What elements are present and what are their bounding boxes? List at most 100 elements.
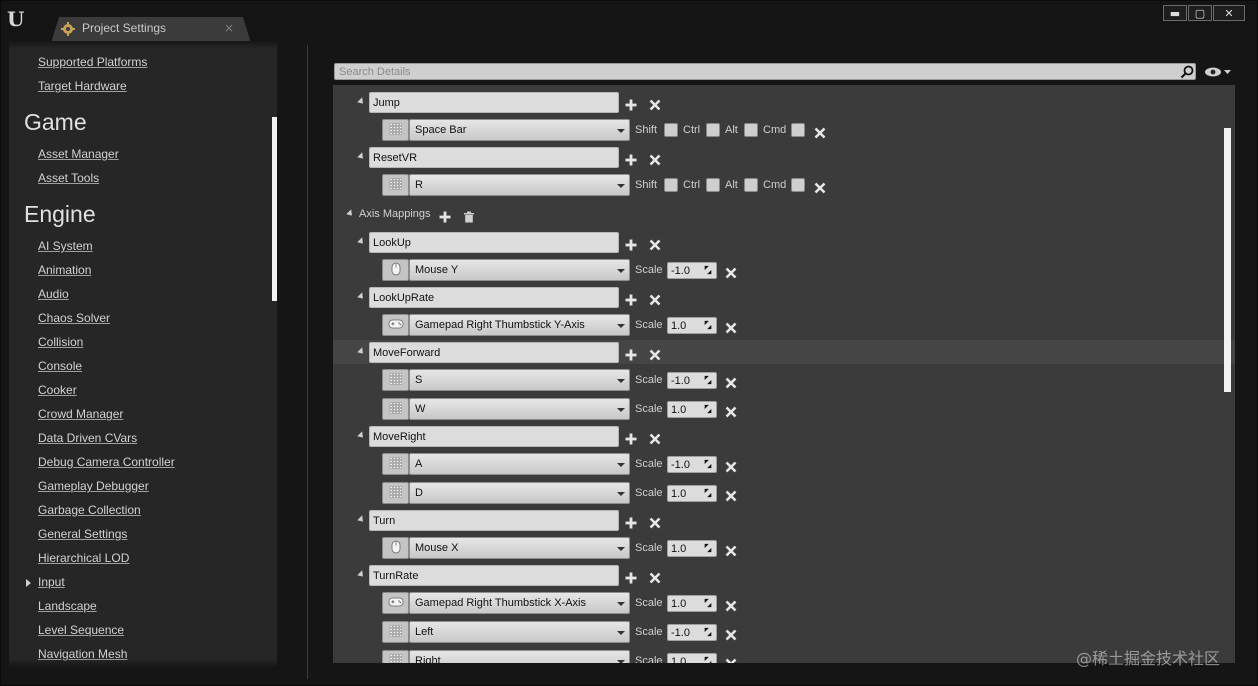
remove-binding-icon[interactable] <box>725 319 737 334</box>
key-selector-button[interactable] <box>382 537 409 559</box>
remove-mapping-icon[interactable] <box>649 151 661 166</box>
remove-mapping-icon[interactable] <box>649 96 661 111</box>
remove-mapping-icon[interactable] <box>649 430 661 445</box>
drag-handle-icon[interactable] <box>703 627 713 637</box>
drag-handle-icon[interactable] <box>703 488 713 498</box>
key-selector-button[interactable] <box>382 621 409 643</box>
key-dropdown[interactable]: Left <box>409 621 630 643</box>
sidebar-item[interactable]: Crowd Manager <box>38 407 123 421</box>
collapse-arrow-icon[interactable] <box>357 292 366 301</box>
unreal-logo-icon[interactable]: U <box>7 7 29 31</box>
scale-input[interactable]: -1.0 <box>667 262 717 279</box>
drag-handle-icon[interactable] <box>703 404 713 414</box>
scale-input[interactable]: 1.0 <box>667 401 717 418</box>
collapse-arrow-icon[interactable] <box>357 515 366 524</box>
drag-handle-icon[interactable] <box>703 320 713 330</box>
collapse-arrow-icon[interactable] <box>357 152 366 161</box>
sidebar-item[interactable]: General Settings <box>38 527 127 541</box>
key-selector-button[interactable] <box>382 453 409 475</box>
key-dropdown[interactable]: W <box>409 398 630 420</box>
collapse-arrow-icon[interactable] <box>357 237 366 246</box>
remove-mapping-icon[interactable] <box>649 291 661 306</box>
sidebar-item[interactable]: Input <box>38 575 65 589</box>
remove-binding-icon[interactable] <box>725 542 737 557</box>
remove-binding-icon[interactable] <box>725 374 737 389</box>
collapse-arrow-icon[interactable] <box>357 431 366 440</box>
add-binding-icon[interactable] <box>625 514 637 529</box>
sidebar-item[interactable]: Cooker <box>38 383 77 397</box>
scale-input[interactable]: 1.0 <box>667 653 717 663</box>
key-dropdown[interactable]: A <box>409 453 630 475</box>
modifier-checkbox-alt[interactable] <box>744 123 758 137</box>
sidebar-item[interactable]: Garbage Collection <box>38 503 141 517</box>
mapping-name-field[interactable]: ResetVR <box>369 147 619 168</box>
sidebar-item[interactable]: Landscape <box>38 599 97 613</box>
add-axis-mapping-icon[interactable] <box>439 208 451 223</box>
remove-binding-icon[interactable] <box>814 124 826 139</box>
search-icon[interactable] <box>1180 65 1194 79</box>
sidebar-item[interactable]: Chaos Solver <box>38 311 110 325</box>
add-binding-icon[interactable] <box>625 430 637 445</box>
remove-mapping-icon[interactable] <box>649 236 661 251</box>
key-selector-button[interactable] <box>382 369 409 391</box>
drag-handle-icon[interactable] <box>703 459 713 469</box>
collapse-arrow-icon[interactable] <box>357 570 366 579</box>
sidebar-item[interactable]: Animation <box>38 263 91 277</box>
minimize-button[interactable]: ▬ <box>1163 5 1187 21</box>
tab-project-settings[interactable]: Project Settings × <box>51 17 251 43</box>
key-dropdown[interactable]: S <box>409 369 630 391</box>
add-binding-icon[interactable] <box>625 291 637 306</box>
tab-close-icon[interactable]: × <box>224 21 234 35</box>
remove-binding-icon[interactable] <box>725 487 737 502</box>
mapping-name-field[interactable]: Turn <box>369 510 619 531</box>
sidebar-item[interactable]: Gameplay Debugger <box>38 479 149 493</box>
key-dropdown[interactable]: Space Bar <box>409 119 630 141</box>
mapping-name-field[interactable]: LookUpRate <box>369 287 619 308</box>
mapping-name-field[interactable]: Jump <box>369 92 619 113</box>
add-binding-icon[interactable] <box>625 346 637 361</box>
clear-axis-mappings-icon[interactable] <box>463 208 475 223</box>
details-scrollbar[interactable] <box>1224 128 1231 392</box>
remove-mapping-icon[interactable] <box>649 346 661 361</box>
mapping-name-field[interactable]: LookUp <box>369 232 619 253</box>
key-dropdown[interactable]: Gamepad Right Thumbstick Y-Axis <box>409 314 630 336</box>
remove-binding-icon[interactable] <box>725 626 737 641</box>
key-selector-button[interactable] <box>382 314 409 336</box>
remove-binding-icon[interactable] <box>814 179 826 194</box>
remove-mapping-icon[interactable] <box>649 514 661 529</box>
modifier-checkbox-cmd[interactable] <box>791 123 805 137</box>
mapping-name-field[interactable]: MoveRight <box>369 426 619 447</box>
remove-mapping-icon[interactable] <box>649 569 661 584</box>
scale-input[interactable]: 1.0 <box>667 485 717 502</box>
modifier-checkbox-shift[interactable] <box>664 178 678 192</box>
key-selector-button[interactable] <box>382 174 409 196</box>
collapse-arrow-icon[interactable] <box>357 97 366 106</box>
expand-arrow-icon[interactable] <box>26 579 31 587</box>
remove-binding-icon[interactable] <box>725 458 737 473</box>
scale-input[interactable]: 1.0 <box>667 540 717 557</box>
key-dropdown[interactable]: R <box>409 174 630 196</box>
drag-handle-icon[interactable] <box>703 598 713 608</box>
drag-handle-icon[interactable] <box>703 265 713 275</box>
sidebar-item[interactable]: Target Hardware <box>38 79 127 93</box>
modifier-checkbox-cmd[interactable] <box>791 178 805 192</box>
maximize-button[interactable]: ▢ <box>1188 5 1212 21</box>
modifier-checkbox-ctrl[interactable] <box>706 123 720 137</box>
mapping-name-field[interactable]: TurnRate <box>369 565 619 586</box>
remove-binding-icon[interactable] <box>725 403 737 418</box>
add-binding-icon[interactable] <box>625 96 637 111</box>
scale-input[interactable]: -1.0 <box>667 624 717 641</box>
key-dropdown[interactable]: Mouse Y <box>409 259 630 281</box>
key-dropdown[interactable]: D <box>409 482 630 504</box>
key-selector-button[interactable] <box>382 259 409 281</box>
panel-divider[interactable] <box>307 45 308 679</box>
key-selector-button[interactable] <box>382 398 409 420</box>
add-binding-icon[interactable] <box>625 569 637 584</box>
modifier-checkbox-alt[interactable] <box>744 178 758 192</box>
sidebar-scrollbar[interactable] <box>272 117 277 301</box>
sidebar-item[interactable]: Level Sequence <box>38 623 124 637</box>
key-selector-button[interactable] <box>382 592 409 614</box>
mapping-name-field[interactable]: MoveForward <box>369 342 619 363</box>
add-binding-icon[interactable] <box>625 151 637 166</box>
remove-binding-icon[interactable] <box>725 597 737 612</box>
